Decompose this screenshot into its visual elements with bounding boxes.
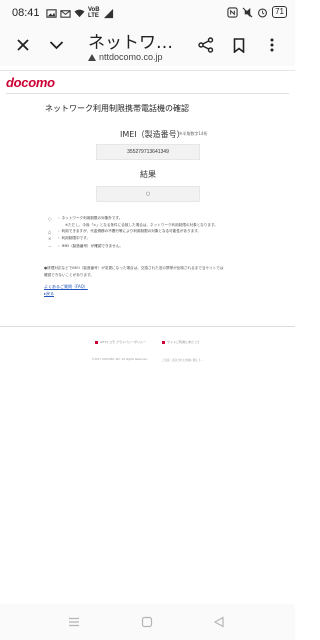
- result-legend: ○ ：ネットワーク利用制限の対象外です。 ※ただし、今後「×」となる条件に合致した…: [48, 215, 280, 250]
- bookmark-button[interactable]: [228, 34, 250, 56]
- page-links: よくあるご質問（FAQ） ▸戻る: [44, 284, 88, 297]
- notes: ●修理対応などでIMEI（製造番号）が変更になった場合は、交換された旧の携帯が反…: [44, 266, 224, 277]
- privacy-policy-link[interactable]: NTTドコモ プライバシーポリシー: [95, 340, 146, 344]
- signal-icon: [103, 8, 113, 18]
- bookmark-icon: [233, 37, 245, 53]
- back-link[interactable]: ▸戻る: [44, 291, 88, 298]
- close-button[interactable]: [12, 34, 34, 56]
- home-square-icon: [141, 616, 153, 628]
- url-bar[interactable]: nttdocomo.co.jp: [88, 52, 163, 62]
- home-button[interactable]: [139, 614, 155, 630]
- imei-label: IMEI（製造番号）: [120, 130, 185, 139]
- imei-note: ※半角数字14桁: [179, 131, 208, 136]
- battery-indicator: 71: [272, 6, 287, 18]
- result-field: ○: [96, 186, 200, 202]
- alarm-icon: [258, 7, 268, 17]
- clock: 08:41: [12, 7, 40, 19]
- nfc-icon: [227, 6, 238, 18]
- site-terms-link[interactable]: サイトご利用にあたって: [161, 340, 200, 344]
- faq-link[interactable]: よくあるご質問（FAQ）: [44, 284, 88, 291]
- browser-toolbar: ネットワ… nttdocomo.co.jp: [0, 26, 295, 66]
- volte-indicator: VoB LTE: [88, 7, 100, 19]
- divider: [0, 70, 295, 71]
- legend-item: × ：利用制限中です。: [48, 236, 90, 242]
- menu-lines-icon: [69, 617, 79, 627]
- status-bar: 08:41 VoB LTE 71: [0, 0, 295, 26]
- email-notification-icon: [60, 9, 71, 18]
- url-text: nttdocomo.co.jp: [99, 52, 163, 62]
- result-value: ○: [145, 191, 151, 197]
- tabs-dropdown-button[interactable]: [45, 34, 67, 56]
- legend-item: ○ ：ネットワーク利用制限の対象外です。: [48, 216, 123, 221]
- image-notification-icon: [46, 8, 57, 18]
- more-options-button[interactable]: [261, 34, 283, 56]
- footer-links: NTTドコモ プライバシーポリシー サイトご利用にあたって: [0, 340, 295, 344]
- share-button[interactable]: [195, 34, 217, 56]
- wifi-icon: [74, 9, 85, 17]
- back-button[interactable]: [211, 614, 227, 630]
- share-icon: [198, 37, 214, 53]
- status-left-icons: VoB LTE: [46, 7, 114, 19]
- status-right-icons: 71: [227, 6, 287, 18]
- legend-item: －：IMEI（製造番号）が確認できません。: [48, 243, 123, 249]
- close-icon: [17, 39, 29, 51]
- page-heading: ネットワーク利用制限携帯電話機の確認: [45, 104, 189, 113]
- recents-button[interactable]: [66, 614, 82, 630]
- chevron-down-icon: [49, 41, 63, 50]
- copyright: ©2017 DOCOMO, INC. All Rights Reserved. …: [91, 358, 204, 362]
- web-page: docomo ネットワーク利用制限携帯電話機の確認 IMEI（製造番号） ※半角…: [0, 66, 295, 604]
- system-nav-bar: [0, 604, 295, 640]
- page-title: ネットワ…: [88, 33, 173, 53]
- divider: [6, 93, 289, 94]
- insecure-warning-icon: [88, 53, 96, 61]
- result-label: 結果: [140, 170, 156, 179]
- back-triangle-icon: [213, 616, 224, 628]
- docomo-logo[interactable]: docomo: [6, 75, 55, 90]
- footer-divider: [0, 326, 295, 327]
- more-icon: [270, 38, 274, 52]
- imei-input[interactable]: 355279713641349: [96, 144, 200, 160]
- mute-icon: [242, 7, 253, 17]
- legend-item: △ ：利用できますが、代金債務の不履行等により利用制限の対象となる可能性があります…: [48, 229, 202, 235]
